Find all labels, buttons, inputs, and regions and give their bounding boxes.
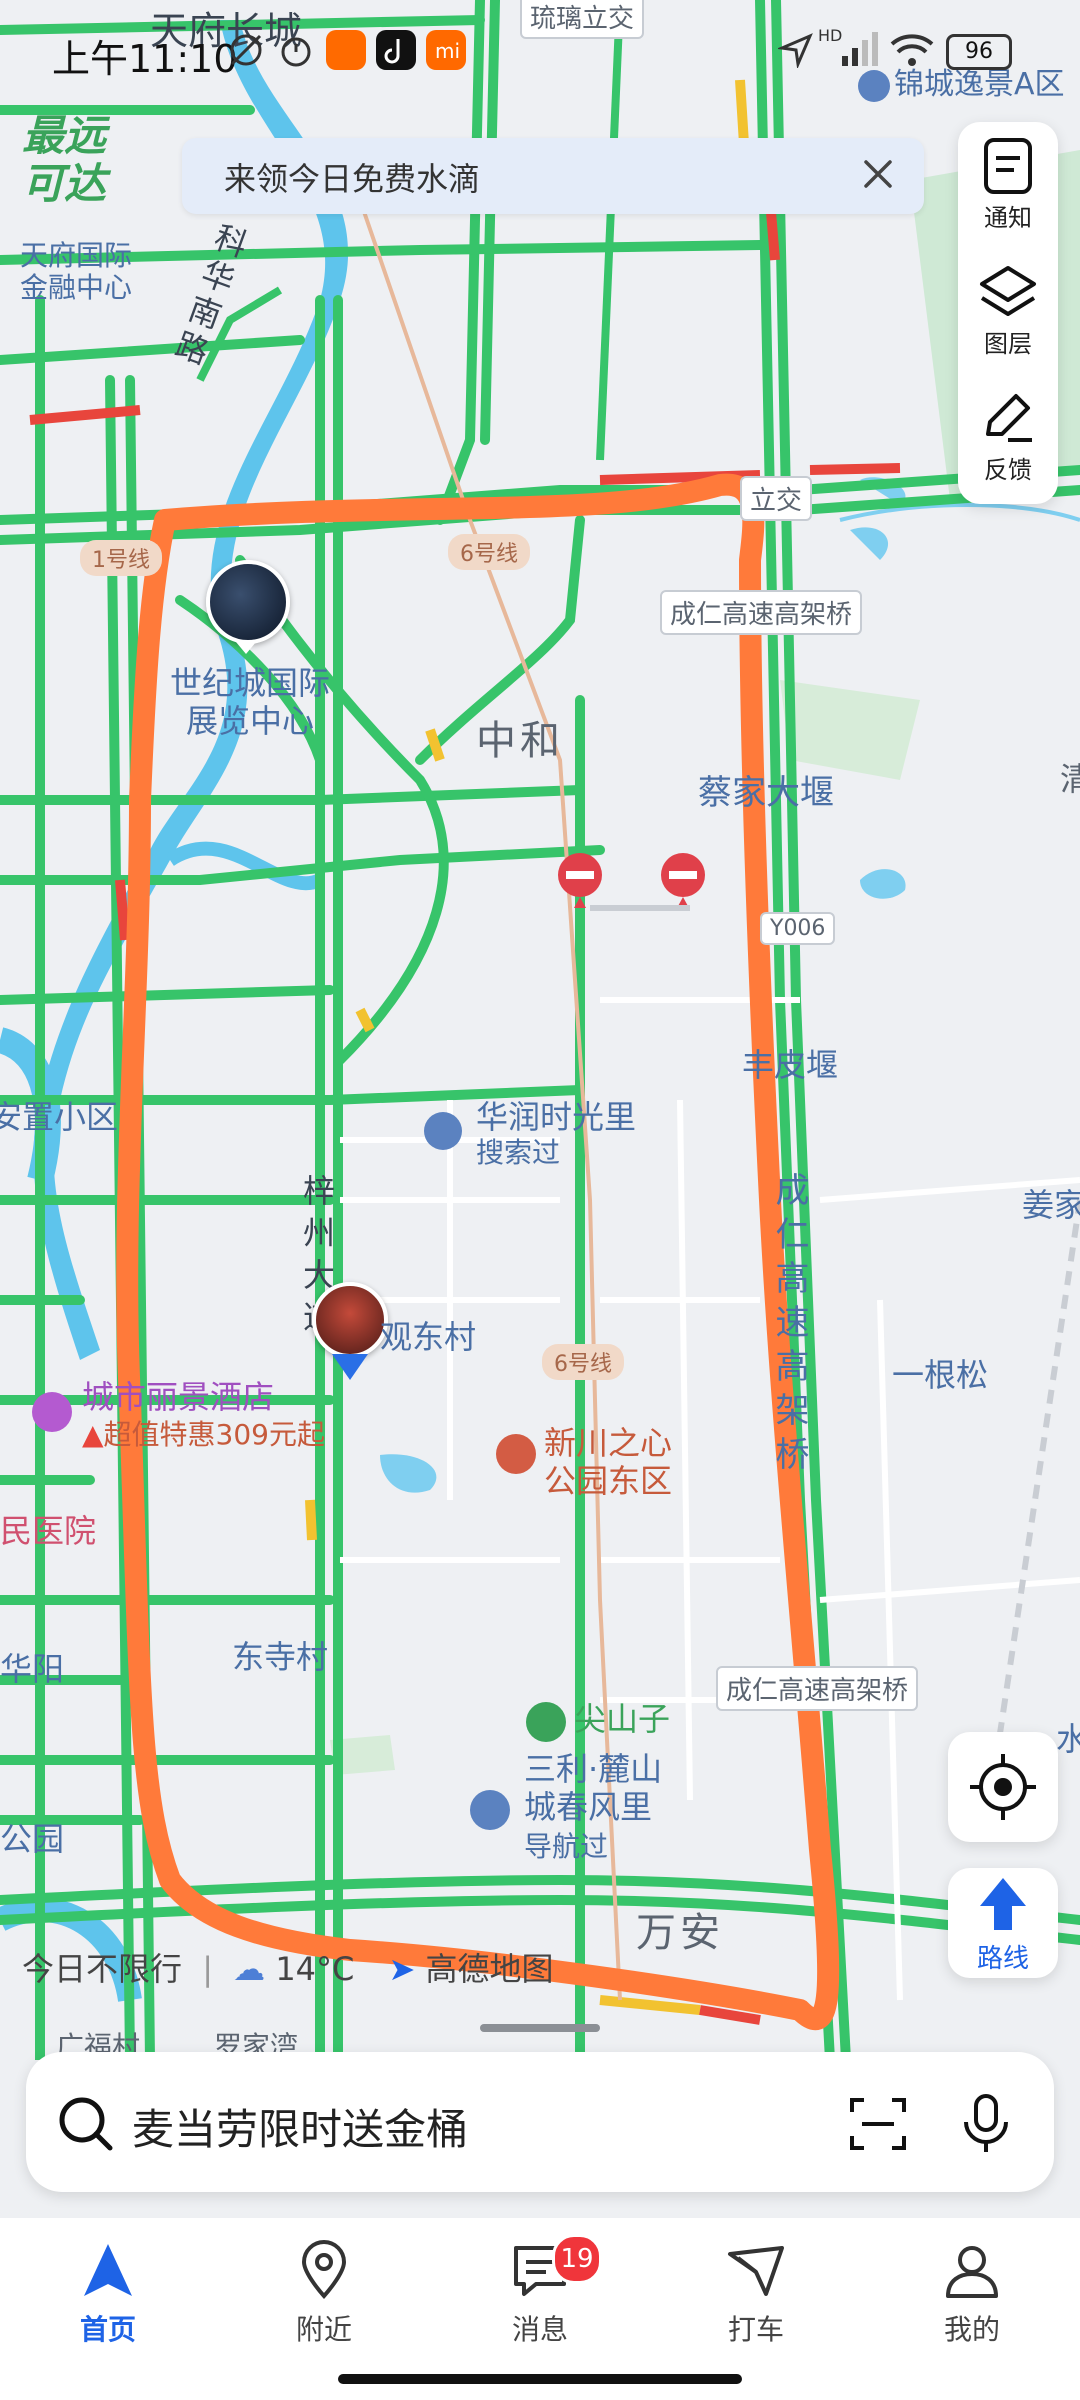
- park-pin-icon: [496, 1434, 536, 1474]
- label-road-y006: Y006: [760, 912, 836, 945]
- label-shijicheng: 世纪城国际展览中心: [169, 664, 330, 740]
- hotel-pin-icon: [32, 1392, 72, 1432]
- notice-icon: [984, 138, 1032, 194]
- location-arrow-icon: [776, 32, 814, 72]
- close-icon[interactable]: [854, 150, 902, 198]
- wifi-icon: [888, 30, 936, 74]
- my-location-marker[interactable]: [312, 1282, 388, 1382]
- feedback-label: 反馈: [984, 456, 1032, 484]
- network-type: HD: [818, 26, 843, 45]
- tab-messages-label: 消息: [511, 2313, 568, 2346]
- amap-logo-icon: ➤: [388, 1950, 416, 1988]
- label-zhonghe: 中和: [476, 718, 564, 764]
- weather-strip[interactable]: 今日不限行 | ☁ 14°C ➤ 高德地图: [22, 1944, 554, 1990]
- alarm-icon: [276, 30, 316, 70]
- tab-home[interactable]: 首页: [38, 2240, 178, 2348]
- building-pin-icon: [424, 1112, 462, 1150]
- tiktok-app-icon: [376, 30, 416, 70]
- signal-icon: [840, 30, 884, 74]
- tab-taxi-label: 打车: [727, 2313, 784, 2346]
- label-qing: 清: [1060, 760, 1080, 798]
- temperature-text: 14°C: [275, 1950, 355, 1988]
- promo-banner[interactable]: 来领今日免费水滴: [182, 138, 924, 214]
- sheet-handle[interactable]: [480, 2024, 600, 2032]
- nearby-pin-icon: [301, 2240, 347, 2299]
- status-time: 上午11:10: [52, 37, 238, 81]
- label-shui: 水: [1056, 1720, 1080, 1758]
- profile-icon: [946, 2246, 998, 2298]
- metro-line6-badge-mid: 6号线: [542, 1344, 624, 1380]
- microphone-icon[interactable]: [956, 2092, 1016, 2160]
- tab-nearby[interactable]: 附近: [254, 2240, 394, 2348]
- restriction-text: 今日不限行: [22, 1950, 183, 1988]
- tab-taxi[interactable]: 打车: [686, 2240, 826, 2348]
- layers-button[interactable]: 图层: [958, 248, 1058, 368]
- brand-text: 高德地图: [425, 1950, 554, 1988]
- label-zuiyuan-keda: 最远可达: [22, 111, 107, 208]
- tab-nearby-label: 附近: [295, 2313, 352, 2346]
- label-caijia-dayan: 蔡家大堰: [698, 773, 834, 813]
- label-tianfu-guoji: 天府国际金融中心: [20, 239, 133, 304]
- label-jiang: 姜家: [1022, 1186, 1080, 1224]
- notice-button[interactable]: 通知: [958, 122, 1058, 242]
- label-dongsi-cun: 东寺村: [232, 1638, 329, 1676]
- search-icon: [56, 2094, 116, 2158]
- route-label: 路线: [976, 1944, 1029, 1974]
- svg-text:mi: mi: [435, 39, 460, 63]
- map-tools-panel: 通知 图层 反馈: [958, 122, 1058, 504]
- taxi-icon: [728, 2246, 784, 2296]
- label-anju: 安置小区: [0, 1098, 119, 1136]
- promo-banner-text: 来领今日免费水滴: [224, 160, 481, 198]
- label-yigensong: 一根松: [892, 1356, 989, 1394]
- tab-home-label: 首页: [79, 2313, 136, 2346]
- label-chengren-vertical: 成仁高速高架桥: [769, 1172, 809, 1480]
- label-chengren-bridge-bottom: 成仁高速高架桥: [716, 1666, 919, 1711]
- home-indicator[interactable]: [338, 2374, 742, 2384]
- feedback-icon: [986, 394, 1032, 442]
- label-gongyuan: 公园: [0, 1820, 65, 1858]
- fire-icon: ▲: [82, 1418, 104, 1451]
- building-pin-icon: [470, 1790, 510, 1830]
- label-fengpi-yan: 丰皮堰: [742, 1046, 839, 1084]
- mountain-pin-icon: [526, 1702, 566, 1742]
- tab-messages[interactable]: 19 消息: [470, 2234, 610, 2348]
- route-arrow-icon: [980, 1878, 1026, 1930]
- tab-profile-label: 我的: [943, 2313, 1000, 2346]
- map-canvas[interactable]: 天府长城 琉璃立交 锦城逸景A区 最远可达 天府国际金融中心 科华南路 立交 1…: [0, 0, 1080, 2065]
- message-count-badge: 19: [552, 2234, 602, 2284]
- label-chengren-bridge-top: 成仁高速高架桥: [660, 590, 863, 635]
- label-guandong-cun: 观东村: [380, 1318, 477, 1356]
- route-button[interactable]: 路线: [948, 1868, 1058, 1978]
- tab-profile[interactable]: 我的: [902, 2240, 1042, 2348]
- label-huayang: 华阳: [0, 1650, 65, 1688]
- cloud-icon: ☁: [233, 1950, 266, 1988]
- layers-label: 图层: [984, 330, 1032, 358]
- taobao-app-icon: [326, 30, 366, 70]
- metro-line1-badge: 1号线: [80, 540, 162, 576]
- label-lijiao-right: 立交: [740, 476, 813, 521]
- search-bar[interactable]: 麦当劳限时送金桶: [26, 2052, 1054, 2192]
- search-input[interactable]: 麦当劳限时送金桶: [132, 2096, 468, 2157]
- bottom-tab-bar: 首页 附近 19 消息 打车 我的: [0, 2218, 1080, 2400]
- mi-app-icon: mi: [426, 30, 466, 70]
- mute-icon: [226, 30, 266, 70]
- battery-indicator: 96: [946, 34, 1012, 70]
- home-arrow-icon: [84, 2244, 132, 2296]
- locate-icon: [970, 1754, 1036, 1820]
- layers-icon: [980, 266, 1036, 316]
- locate-button[interactable]: [948, 1732, 1058, 1842]
- label-hospital: 民医院: [0, 1512, 97, 1550]
- status-bar: 上午11:10 mi HD 96: [0, 0, 1080, 100]
- scan-icon[interactable]: [848, 2094, 908, 2158]
- photo-pin-shijicheng[interactable]: [206, 560, 290, 654]
- metro-line6-badge-top: 6号线: [448, 534, 530, 570]
- feedback-button[interactable]: 反馈: [958, 374, 1058, 494]
- hotel-promo: ▲超值特惠309元起: [82, 1418, 325, 1451]
- label-wan-an: 万安: [636, 1910, 724, 1956]
- notice-label: 通知: [984, 204, 1032, 232]
